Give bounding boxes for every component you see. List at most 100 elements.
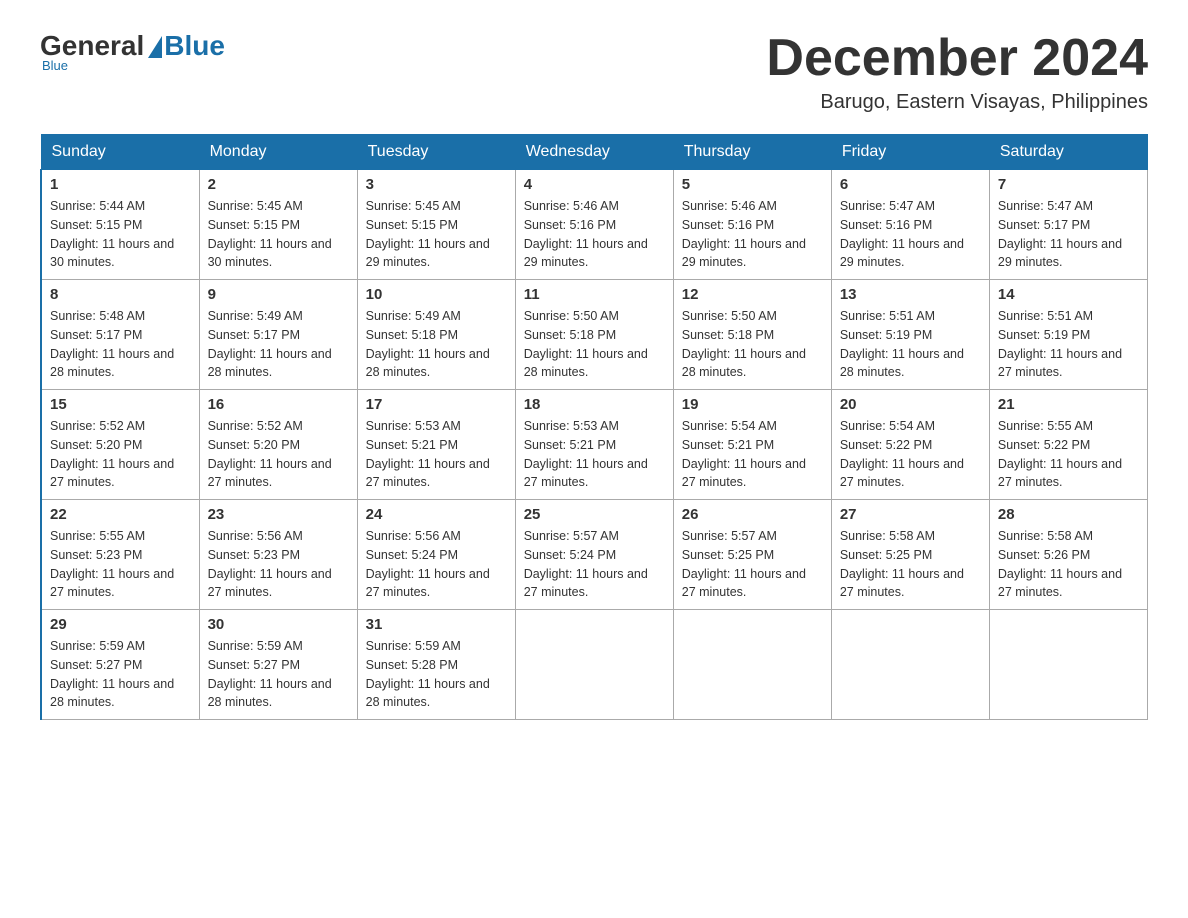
sunset-text: Sunset: 5:21 PM	[524, 438, 616, 452]
week-row-1: 1 Sunrise: 5:44 AM Sunset: 5:15 PM Dayli…	[41, 170, 1148, 280]
sunset-text: Sunset: 5:26 PM	[998, 548, 1090, 562]
sunrise-text: Sunrise: 5:49 AM	[208, 309, 303, 323]
daylight-text: Daylight: 11 hours and 27 minutes.	[524, 457, 648, 490]
sunset-text: Sunset: 5:18 PM	[524, 328, 616, 342]
sunrise-text: Sunrise: 5:49 AM	[366, 309, 461, 323]
day-info: Sunrise: 5:59 AM Sunset: 5:28 PM Dayligh…	[366, 637, 507, 712]
day-info: Sunrise: 5:54 AM Sunset: 5:22 PM Dayligh…	[840, 417, 981, 492]
day-number: 6	[840, 176, 981, 193]
daylight-text: Daylight: 11 hours and 27 minutes.	[50, 567, 174, 600]
daylight-text: Daylight: 11 hours and 28 minutes.	[208, 677, 332, 710]
calendar-header: SundayMondayTuesdayWednesdayThursdayFrid…	[41, 135, 1148, 170]
daylight-text: Daylight: 11 hours and 28 minutes.	[366, 677, 490, 710]
sunset-text: Sunset: 5:19 PM	[998, 328, 1090, 342]
sunrise-text: Sunrise: 5:58 AM	[998, 529, 1093, 543]
sunset-text: Sunset: 5:21 PM	[366, 438, 458, 452]
logo-subtitle-text: Blue	[42, 58, 68, 73]
sunset-text: Sunset: 5:15 PM	[208, 218, 300, 232]
day-cell: 16 Sunrise: 5:52 AM Sunset: 5:20 PM Dayl…	[199, 390, 357, 500]
sunset-text: Sunset: 5:17 PM	[208, 328, 300, 342]
day-info: Sunrise: 5:51 AM Sunset: 5:19 PM Dayligh…	[840, 307, 981, 382]
day-info: Sunrise: 5:57 AM Sunset: 5:24 PM Dayligh…	[524, 527, 665, 602]
day-cell: 31 Sunrise: 5:59 AM Sunset: 5:28 PM Dayl…	[357, 610, 515, 720]
day-cell: 11 Sunrise: 5:50 AM Sunset: 5:18 PM Dayl…	[515, 280, 673, 390]
day-number: 3	[366, 176, 507, 193]
sunrise-text: Sunrise: 5:53 AM	[524, 419, 619, 433]
day-cell: 19 Sunrise: 5:54 AM Sunset: 5:21 PM Dayl…	[673, 390, 831, 500]
day-info: Sunrise: 5:53 AM Sunset: 5:21 PM Dayligh…	[524, 417, 665, 492]
sunrise-text: Sunrise: 5:52 AM	[208, 419, 303, 433]
sunset-text: Sunset: 5:16 PM	[682, 218, 774, 232]
day-cell	[831, 610, 989, 720]
logo: General Blue Blue	[40, 30, 225, 73]
sunrise-text: Sunrise: 5:48 AM	[50, 309, 145, 323]
sunrise-text: Sunrise: 5:59 AM	[208, 639, 303, 653]
day-info: Sunrise: 5:58 AM Sunset: 5:26 PM Dayligh…	[998, 527, 1139, 602]
sunrise-text: Sunrise: 5:51 AM	[840, 309, 935, 323]
sunset-text: Sunset: 5:22 PM	[840, 438, 932, 452]
day-number: 27	[840, 506, 981, 523]
sunrise-text: Sunrise: 5:57 AM	[682, 529, 777, 543]
sunset-text: Sunset: 5:16 PM	[840, 218, 932, 232]
daylight-text: Daylight: 11 hours and 27 minutes.	[366, 567, 490, 600]
header-cell-saturday: Saturday	[989, 135, 1147, 170]
sunset-text: Sunset: 5:18 PM	[366, 328, 458, 342]
sunset-text: Sunset: 5:19 PM	[840, 328, 932, 342]
day-info: Sunrise: 5:59 AM Sunset: 5:27 PM Dayligh…	[208, 637, 349, 712]
daylight-text: Daylight: 11 hours and 27 minutes.	[208, 567, 332, 600]
day-cell: 3 Sunrise: 5:45 AM Sunset: 5:15 PM Dayli…	[357, 170, 515, 280]
day-cell: 21 Sunrise: 5:55 AM Sunset: 5:22 PM Dayl…	[989, 390, 1147, 500]
day-info: Sunrise: 5:56 AM Sunset: 5:24 PM Dayligh…	[366, 527, 507, 602]
sunrise-text: Sunrise: 5:52 AM	[50, 419, 145, 433]
sunrise-text: Sunrise: 5:55 AM	[50, 529, 145, 543]
location-text: Barugo, Eastern Visayas, Philippines	[766, 91, 1148, 114]
sunset-text: Sunset: 5:28 PM	[366, 658, 458, 672]
week-row-5: 29 Sunrise: 5:59 AM Sunset: 5:27 PM Dayl…	[41, 610, 1148, 720]
day-info: Sunrise: 5:45 AM Sunset: 5:15 PM Dayligh…	[366, 197, 507, 272]
sunset-text: Sunset: 5:17 PM	[998, 218, 1090, 232]
day-number: 8	[50, 286, 191, 303]
day-info: Sunrise: 5:45 AM Sunset: 5:15 PM Dayligh…	[208, 197, 349, 272]
day-cell: 9 Sunrise: 5:49 AM Sunset: 5:17 PM Dayli…	[199, 280, 357, 390]
day-cell: 2 Sunrise: 5:45 AM Sunset: 5:15 PM Dayli…	[199, 170, 357, 280]
calendar-body: 1 Sunrise: 5:44 AM Sunset: 5:15 PM Dayli…	[41, 170, 1148, 720]
daylight-text: Daylight: 11 hours and 27 minutes.	[840, 567, 964, 600]
day-number: 2	[208, 176, 349, 193]
day-cell: 18 Sunrise: 5:53 AM Sunset: 5:21 PM Dayl…	[515, 390, 673, 500]
sunrise-text: Sunrise: 5:50 AM	[682, 309, 777, 323]
sunrise-text: Sunrise: 5:45 AM	[208, 199, 303, 213]
daylight-text: Daylight: 11 hours and 28 minutes.	[50, 347, 174, 380]
day-cell: 23 Sunrise: 5:56 AM Sunset: 5:23 PM Dayl…	[199, 500, 357, 610]
sunrise-text: Sunrise: 5:56 AM	[208, 529, 303, 543]
week-row-3: 15 Sunrise: 5:52 AM Sunset: 5:20 PM Dayl…	[41, 390, 1148, 500]
sunset-text: Sunset: 5:24 PM	[366, 548, 458, 562]
sunrise-text: Sunrise: 5:53 AM	[366, 419, 461, 433]
day-cell: 14 Sunrise: 5:51 AM Sunset: 5:19 PM Dayl…	[989, 280, 1147, 390]
logo-blue-text: Blue	[164, 30, 225, 62]
daylight-text: Daylight: 11 hours and 29 minutes.	[840, 237, 964, 270]
day-number: 11	[524, 286, 665, 303]
day-number: 9	[208, 286, 349, 303]
day-number: 24	[366, 506, 507, 523]
sunset-text: Sunset: 5:24 PM	[524, 548, 616, 562]
day-info: Sunrise: 5:47 AM Sunset: 5:17 PM Dayligh…	[998, 197, 1139, 272]
week-row-2: 8 Sunrise: 5:48 AM Sunset: 5:17 PM Dayli…	[41, 280, 1148, 390]
sunset-text: Sunset: 5:18 PM	[682, 328, 774, 342]
week-row-4: 22 Sunrise: 5:55 AM Sunset: 5:23 PM Dayl…	[41, 500, 1148, 610]
header-cell-thursday: Thursday	[673, 135, 831, 170]
sunset-text: Sunset: 5:20 PM	[208, 438, 300, 452]
day-info: Sunrise: 5:54 AM Sunset: 5:21 PM Dayligh…	[682, 417, 823, 492]
sunrise-text: Sunrise: 5:58 AM	[840, 529, 935, 543]
day-info: Sunrise: 5:49 AM Sunset: 5:18 PM Dayligh…	[366, 307, 507, 382]
day-number: 17	[366, 396, 507, 413]
sunrise-text: Sunrise: 5:50 AM	[524, 309, 619, 323]
sunset-text: Sunset: 5:17 PM	[50, 328, 142, 342]
day-info: Sunrise: 5:49 AM Sunset: 5:17 PM Dayligh…	[208, 307, 349, 382]
sunrise-text: Sunrise: 5:59 AM	[50, 639, 145, 653]
sunset-text: Sunset: 5:22 PM	[998, 438, 1090, 452]
sunrise-text: Sunrise: 5:59 AM	[366, 639, 461, 653]
header-cell-monday: Monday	[199, 135, 357, 170]
day-cell: 1 Sunrise: 5:44 AM Sunset: 5:15 PM Dayli…	[41, 170, 199, 280]
sunrise-text: Sunrise: 5:57 AM	[524, 529, 619, 543]
day-number: 26	[682, 506, 823, 523]
